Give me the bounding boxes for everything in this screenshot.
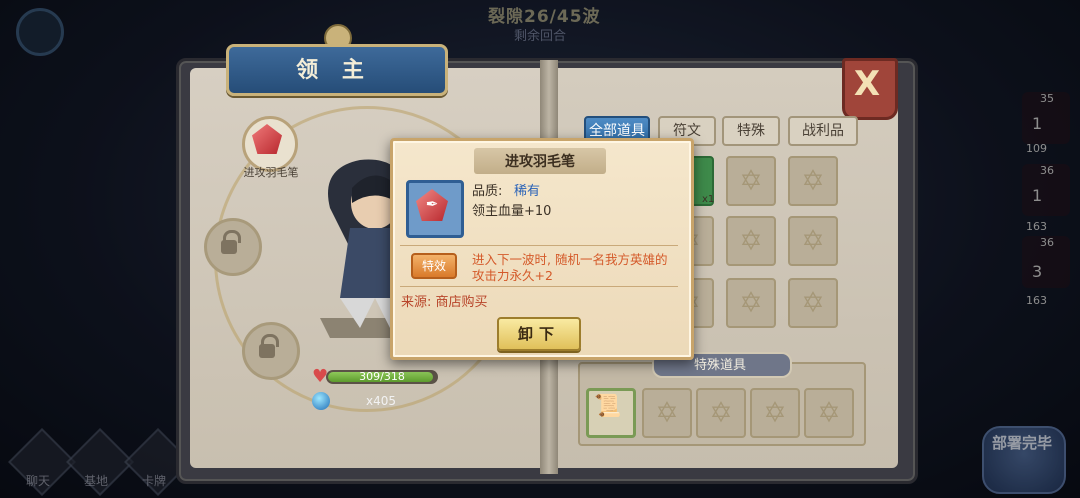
quality-label: 品质: <box>472 184 503 199</box>
item-quantity: x1 <box>702 194 715 205</box>
effect-badge: 特效 <box>411 253 457 279</box>
tab-loot[interactable]: 战利品 <box>788 116 858 146</box>
inventory-slot-empty[interactable]: ✡ <box>788 156 838 206</box>
inventory-slot-empty[interactable]: ✡ <box>788 216 838 266</box>
scroll-icon: 📜 <box>594 394 622 419</box>
inventory-slot-empty[interactable]: ✡ <box>788 278 838 328</box>
tooltip-title: 进攻羽毛笔 <box>505 154 575 170</box>
lock-icon <box>221 240 237 254</box>
unequip-button[interactable]: 卸下 <box>497 317 581 351</box>
divider <box>400 245 678 246</box>
hp-value: 309/318 <box>359 370 405 383</box>
special-slot-empty[interactable]: ✡ <box>696 388 746 438</box>
item-stat: 领主血量+10 <box>472 204 552 219</box>
quality-value: 稀有 <box>514 184 541 199</box>
special-slot-empty[interactable]: ✡ <box>750 388 800 438</box>
quill-icon: ✒ <box>425 195 439 213</box>
divider <box>400 286 678 287</box>
tab-special[interactable]: 特殊 <box>722 116 780 146</box>
effect-description: 进入下一波时, 随机一名我方英雄的攻击力永久+2 <box>472 252 668 283</box>
inventory-slot-empty[interactable]: ✡ <box>726 216 776 266</box>
close-icon: X <box>853 64 881 104</box>
inventory-slot-empty[interactable]: ✡ <box>726 278 776 328</box>
item-source: 来源: 商店购买 <box>401 295 488 310</box>
orb-count: x405 <box>365 394 396 408</box>
lock-icon <box>259 344 275 358</box>
special-slot-empty[interactable]: ✡ <box>642 388 692 438</box>
special-slot-empty[interactable]: ✡ <box>804 388 854 438</box>
blue-orb-icon <box>312 392 330 410</box>
equip-slot-label: 进攻羽毛笔 <box>243 166 299 179</box>
inventory-slot-empty[interactable]: ✡ <box>726 156 776 206</box>
panel-title: 领 主 <box>296 58 372 83</box>
